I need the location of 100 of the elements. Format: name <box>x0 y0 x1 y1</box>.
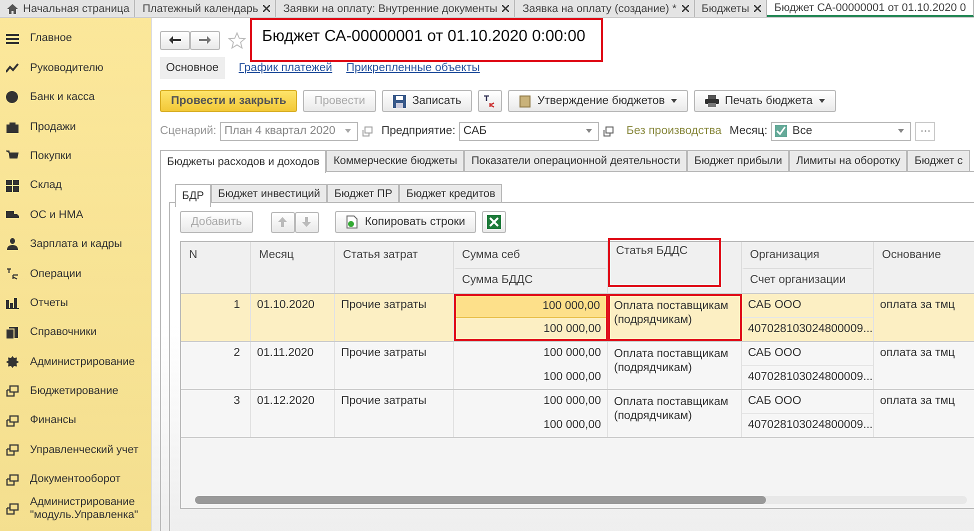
tab-label: Начальная страница <box>23 2 130 14</box>
sidebar-item[interactable]: Управленческий учет <box>0 435 151 465</box>
budget-tab[interactable]: Коммерческие бюджеты <box>326 150 464 171</box>
sidebar-label: Администрирование <box>30 356 135 368</box>
open-icon[interactable] <box>603 126 614 136</box>
table-cell: Прочие затраты <box>341 299 427 311</box>
company-field[interactable]: САБ <box>459 122 600 140</box>
copy-rows-button[interactable]: Копировать строки <box>334 211 476 233</box>
back-button[interactable] <box>160 30 190 50</box>
document-tab[interactable]: Начальная страница <box>0 0 136 17</box>
sidebar-item[interactable]: Руководителю <box>0 53 151 83</box>
table-row[interactable]: 1 01.10.2020 Прочие затраты 100 000,00 100 000,00 Оплата поставщикам (подрядчикам) САБ ООО 407028103024800009... оплата за тмц <box>181 294 974 342</box>
home-icon <box>7 4 18 14</box>
section-link[interactable]: Основное <box>160 57 225 79</box>
tab-label: Заявки на оплату: Внутренние документы <box>283 2 498 14</box>
excel-button[interactable] <box>482 211 506 233</box>
sidebar-item[interactable]: Зарплата и кадры <box>0 230 151 260</box>
sidebar-item[interactable]: Отчеты <box>0 288 151 318</box>
sidebar-item[interactable]: Финансы <box>0 406 151 436</box>
production-note: Без производства <box>626 125 722 137</box>
sidebar-item[interactable]: Бюджетирование <box>0 376 151 406</box>
settings-icon <box>6 356 19 368</box>
column-header[interactable]: Месяц <box>251 242 334 293</box>
column-header[interactable]: Сумма БДДС <box>454 268 607 294</box>
section-link[interactable]: График платежей <box>238 62 332 74</box>
document-tab[interactable]: Бюджет СА-00000001 от 01.10.2020 0 <box>767 0 974 17</box>
column-header[interactable]: Статья БДДС <box>608 238 721 287</box>
table-cell-text: САБ ООО <box>747 394 802 409</box>
table-cell-text: 100 000,00 <box>542 370 602 384</box>
sidebar-label: Операции <box>30 268 82 280</box>
table-cell: 01.12.2020 <box>257 395 315 407</box>
budget-tab[interactable]: Бюджеты расходов и доходов <box>160 150 326 173</box>
table-row[interactable]: 3 01.12.2020 Прочие затраты 100 000,00 100 000,00 Оплата поставщикам (подрядчикам) САБ ООО 407028103024800009... оплата за тмц <box>181 390 974 438</box>
sidebar-label: Банк и касса <box>30 91 95 104</box>
sidebar-label: Отчеты <box>30 296 68 310</box>
command-button[interactable]: Провести и закрыть <box>160 90 298 112</box>
sidebar-item[interactable]: Операции <box>0 259 151 289</box>
spreadsheet-icon <box>487 215 502 229</box>
scenario-field[interactable]: План 4 квартал 2020 <box>220 122 358 140</box>
column-header[interactable]: Основание <box>874 242 974 293</box>
caret-icon <box>818 99 825 103</box>
column-header[interactable]: Сумма себ <box>454 242 607 268</box>
budget-tab[interactable]: Бюджет с <box>907 150 970 171</box>
sidebar-label: Управленческий учет <box>30 444 138 456</box>
table-cell: 407028103024800009... <box>742 317 873 341</box>
books-icon <box>6 326 19 339</box>
column-header[interactable]: Организация <box>742 242 873 268</box>
tab-label: Заявка на оплату (создание) * <box>522 2 677 14</box>
caret-icon <box>670 99 677 103</box>
table-row[interactable]: 2 01.11.2020 Прочие затраты 100 000,00 100 000,00 Оплата поставщикам (подрядчикам) САБ ООО 407028103024800009... оплата за тмц <box>181 342 974 390</box>
close-icon[interactable] <box>502 5 510 12</box>
document-tab[interactable]: Платежный календарь <box>135 0 276 17</box>
field-label: Сценарий: <box>160 125 216 137</box>
sidebar-label: Покупки <box>30 150 72 163</box>
sidebar-item[interactable]: Покупки <box>0 142 151 171</box>
down-arrow-icon <box>302 217 312 227</box>
bar-chart-icon <box>6 297 19 310</box>
star-icon[interactable] <box>228 32 246 48</box>
close-icon[interactable] <box>263 5 270 12</box>
document-tab[interactable]: Заявка на оплату (создание) * <box>515 0 695 17</box>
sidebar-item[interactable]: Администрирование "модуль.Управленка" <box>0 494 151 524</box>
column-header[interactable]: N <box>181 242 250 293</box>
budget-subtab[interactable]: Бюджет кредитов <box>399 184 502 202</box>
budget-tab[interactable]: Показатели операционной деятельности <box>464 150 688 171</box>
close-icon[interactable] <box>682 5 689 12</box>
sidebar-label: Финансы <box>30 414 76 428</box>
sidebar-label: Бюджетирование <box>30 385 118 398</box>
month-field[interactable]: Все <box>771 122 912 140</box>
tab-label: Бюджеты <box>702 2 750 14</box>
table-cell: оплата за тмц <box>880 347 955 359</box>
table-cell-text: САБ ООО <box>747 346 802 361</box>
sidebar-item[interactable]: Документооборот <box>0 464 151 494</box>
sidebar-label: ОС и НМА <box>30 208 84 222</box>
command-button[interactable] <box>478 90 502 112</box>
forward-button[interactable] <box>190 30 220 50</box>
sidebar-item[interactable]: Банк и касса <box>0 82 151 112</box>
sidebar-item[interactable]: Справочники <box>0 318 151 348</box>
sidebar-item[interactable]: Склад <box>0 170 151 200</box>
document-tab[interactable]: Заявки на оплату: Внутренние документы <box>276 0 516 17</box>
command-button[interactable]: Печать бюджета <box>694 90 836 112</box>
column-header[interactable]: Статья затрат <box>335 242 453 293</box>
horizontal-scrollbar[interactable] <box>195 496 967 504</box>
close-icon[interactable] <box>754 5 762 12</box>
sidebar-item[interactable]: ОС и НМА <box>0 200 151 230</box>
section-link[interactable]: Прикрепленные объекты <box>346 62 480 74</box>
budget-subtab[interactable]: БДР <box>175 184 212 207</box>
sidebar-label: Продажи <box>30 120 76 134</box>
copy-document-icon <box>346 215 359 229</box>
command-button[interactable]: Записать <box>382 90 472 112</box>
sidebar-item[interactable]: Продажи <box>0 112 151 142</box>
budget-tab[interactable]: Бюджет прибыли <box>687 150 790 171</box>
budget-subtab[interactable]: Бюджет инвестиций <box>211 184 328 202</box>
command-button[interactable]: Утверждение бюджетов <box>508 90 688 112</box>
sidebar-label: Документооборот <box>30 473 120 486</box>
sidebar-item[interactable]: Главное <box>0 24 151 54</box>
sidebar-item[interactable]: Администрирование <box>0 347 151 377</box>
window-link-icon <box>6 385 19 398</box>
budget-subtab[interactable]: Бюджет ПР <box>327 184 400 202</box>
menu-icon <box>6 32 19 45</box>
budget-tab[interactable]: Лимиты на оборотку <box>789 150 908 171</box>
